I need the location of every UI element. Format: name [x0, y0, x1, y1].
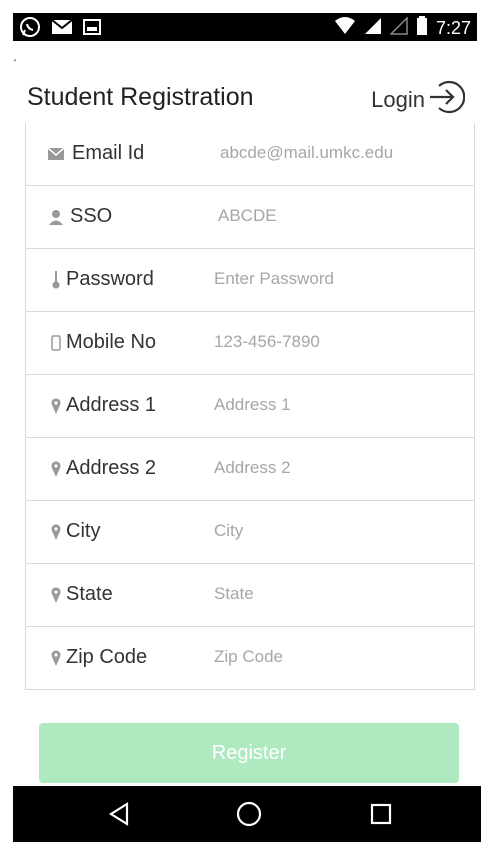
status-bar: 7:27	[13, 13, 477, 41]
sso-label: SSO	[70, 205, 113, 227]
form-row-zip[interactable]: Zip Code Zip Code	[26, 627, 474, 689]
form-row-mobile[interactable]: Mobile No 123-456-7890	[26, 312, 474, 375]
sso-field[interactable]: ABCDE	[218, 206, 277, 226]
address1-label: Address 1	[66, 394, 157, 416]
location-pin-icon	[48, 460, 64, 478]
address2-field[interactable]: Address 2	[214, 458, 291, 478]
home-icon[interactable]	[231, 796, 267, 832]
login-label: Login	[371, 86, 425, 112]
form-row-address2[interactable]: Address 2 Address 2	[26, 438, 474, 501]
recents-icon[interactable]	[363, 796, 399, 832]
form-row-address1[interactable]: Address 1 Address 1	[26, 375, 474, 438]
navigation-bar	[13, 786, 481, 842]
envelope-icon	[48, 145, 64, 163]
mobile-field[interactable]: 123-456-7890	[214, 332, 320, 352]
login-arrow-icon	[427, 78, 466, 121]
signal-empty-icon	[389, 16, 408, 40]
form-row-email[interactable]: Email Id abcde@mail.umkc.edu	[26, 123, 474, 186]
email-label: Email Id	[72, 142, 145, 164]
app-header: Student Registration Login	[13, 78, 477, 122]
state-field[interactable]: State	[214, 584, 254, 604]
zip-label: Zip Code	[66, 646, 148, 668]
page-title: Student Registration	[27, 83, 254, 111]
signal-icon	[364, 17, 382, 40]
form-row-sso[interactable]: SSO ABCDE	[26, 186, 474, 249]
phone-icon	[48, 334, 64, 352]
whatsapp-icon	[19, 16, 41, 43]
registration-form: Email Id abcde@mail.umkc.edu SSO ABCDE P…	[25, 123, 475, 690]
form-row-city[interactable]: City City	[26, 501, 474, 564]
thermometer-icon	[48, 271, 64, 289]
wifi-icon	[334, 17, 356, 40]
location-pin-icon	[48, 649, 64, 667]
form-row-state[interactable]: State State	[26, 564, 474, 627]
password-label: Password	[66, 268, 154, 290]
register-button[interactable]: Register	[39, 723, 459, 783]
address1-field[interactable]: Address 1	[214, 395, 291, 415]
mail-icon	[51, 18, 73, 41]
city-field[interactable]: City	[214, 521, 243, 541]
city-label: City	[66, 520, 101, 542]
password-field[interactable]: Enter Password	[214, 269, 334, 289]
login-button[interactable]: Login	[371, 78, 466, 121]
battery-icon	[416, 16, 428, 41]
zip-field[interactable]: Zip Code	[214, 647, 283, 667]
location-pin-icon	[48, 586, 64, 604]
status-time: 7:27	[435, 18, 471, 38]
person-icon	[48, 208, 64, 226]
address2-label: Address 2	[66, 457, 157, 479]
stray-dot: .	[13, 48, 17, 64]
email-field[interactable]: abcde@mail.umkc.edu	[220, 143, 393, 163]
location-pin-icon	[48, 397, 64, 415]
mobile-label: Mobile No	[66, 331, 157, 353]
form-row-password[interactable]: Password Enter Password	[26, 249, 474, 312]
location-pin-icon	[48, 523, 64, 541]
image-icon	[83, 18, 101, 41]
state-label: State	[66, 583, 113, 605]
back-icon[interactable]	[101, 796, 137, 832]
